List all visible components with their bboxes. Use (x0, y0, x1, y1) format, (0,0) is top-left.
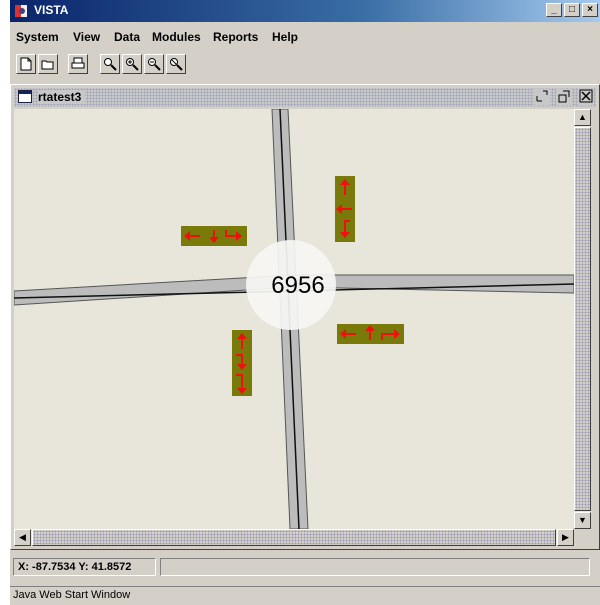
scroll-down-button[interactable]: ▼ (574, 512, 591, 529)
scroll-up-button[interactable]: ▲ (574, 109, 591, 126)
east-approach-signal[interactable] (337, 324, 404, 344)
new-icon (20, 57, 32, 71)
maximize-button[interactable]: □ (564, 3, 580, 17)
zoom-in-button[interactable] (122, 54, 142, 74)
menu-bar: System View Data Modules Reports Help (10, 27, 600, 47)
vertical-scroll-thumb[interactable] (574, 127, 591, 511)
menu-system[interactable]: System (16, 30, 59, 44)
close-icon (579, 89, 593, 103)
frame-title-bar[interactable]: rtatest3 (14, 88, 596, 107)
frame-close-button[interactable] (578, 89, 594, 105)
zoom-out-button[interactable] (144, 54, 164, 74)
restore-icon (558, 90, 570, 103)
zoom-out-icon (148, 58, 161, 71)
iconify-icon (536, 90, 548, 102)
west-approach-signal[interactable] (181, 226, 247, 246)
zoom-reset-button[interactable] (166, 54, 186, 74)
print-button[interactable] (68, 54, 88, 74)
menu-modules[interactable]: Modules (152, 30, 201, 44)
zoom-button[interactable] (100, 54, 120, 74)
status-bar: X: -87.7534 Y: 41.8572 (10, 556, 600, 578)
vista-app-icon (14, 3, 30, 19)
horizontal-scroll-thumb[interactable] (32, 529, 556, 546)
horizontal-scrollbar[interactable]: ◀ ▶ (14, 529, 574, 546)
frame-window-icon (18, 90, 32, 103)
title-bar[interactable]: VISTA _ □ × (10, 0, 600, 22)
intersection-count-label: 6956 (271, 272, 325, 299)
scroll-left-button[interactable]: ◀ (14, 529, 31, 546)
frame-title: rtatest3 (38, 90, 86, 104)
menu-data[interactable]: Data (114, 30, 140, 44)
scroll-corner (574, 529, 591, 546)
open-icon (41, 60, 54, 70)
app-window: VISTA _ □ × System View Data Modules Rep… (10, 0, 600, 605)
scroll-right-button[interactable]: ▶ (557, 529, 574, 546)
coordinate-readout: X: -87.7534 Y: 41.8572 (13, 558, 156, 576)
south-approach-signal[interactable] (232, 330, 252, 396)
vertical-scrollbar[interactable]: ▲ ▼ (574, 109, 591, 529)
frame-iconify-button[interactable] (534, 89, 550, 105)
zoom-reset-icon (170, 58, 183, 71)
menu-view[interactable]: View (73, 30, 100, 44)
map-canvas[interactable]: 6956 (14, 109, 574, 529)
road-network (14, 109, 574, 529)
open-button[interactable] (38, 54, 58, 74)
zoom-icon (104, 58, 117, 71)
print-icon (71, 57, 85, 69)
status-message-area (160, 558, 590, 576)
close-button[interactable]: × (582, 3, 598, 17)
menu-help[interactable]: Help (272, 30, 298, 44)
toolbar (10, 52, 600, 80)
menu-reports[interactable]: Reports (213, 30, 258, 44)
minimize-button[interactable]: _ (546, 3, 562, 17)
zoom-in-icon (126, 58, 139, 71)
java-web-start-footer: Java Web Start Window (10, 586, 600, 605)
window-title: VISTA (34, 3, 69, 17)
new-button[interactable] (16, 54, 36, 74)
frame-maximize-button[interactable] (556, 89, 572, 105)
north-approach-signal[interactable] (335, 176, 355, 242)
map-internal-frame: rtatest3 6956 ▲ ▼ ◀ ▶ (10, 84, 600, 550)
